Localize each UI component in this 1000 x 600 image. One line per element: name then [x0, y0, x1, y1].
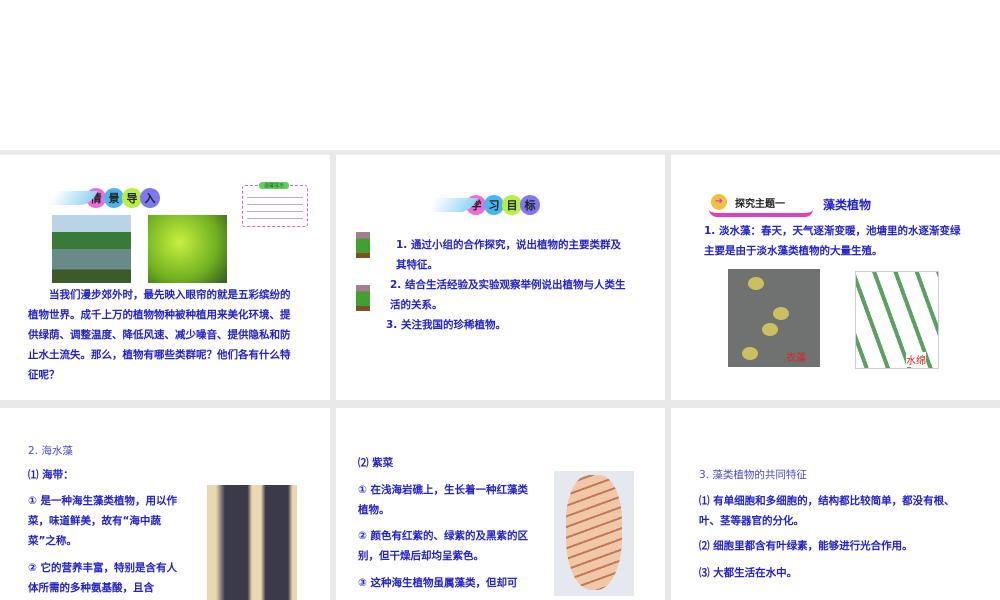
- body-text: ⑵ 细胞里都含有叶绿素，能够进行光合作用。: [699, 540, 913, 552]
- goal-item: 2. 结合生活经验及实验观察举例说出植物与人类生活的关系。: [390, 279, 626, 311]
- section-badge: 学 习 目 标: [427, 195, 540, 215]
- body-text: ② 它的营养丰富，特别是含有人体所需的多种氨基酸，且含: [28, 562, 178, 594]
- body-text: ① 在浅海岩礁上，生长着一种红藻类植物。: [358, 484, 529, 516]
- slide-thumbnail-6[interactable]: 3. 藻类植物的共同特征 ⑴ 有单细胞和多细胞的，结构都比较简单，都没有根、叶、…: [671, 408, 1000, 600]
- sub-heading: ⑵ 紫菜: [358, 457, 394, 469]
- kelp-photo: [207, 485, 297, 600]
- forest-photo: [148, 215, 227, 283]
- badge-char: 目: [502, 195, 522, 215]
- topic-label: 探究主题一: [735, 199, 785, 210]
- badge-char: 习: [484, 195, 504, 215]
- goal-item: 3. 关注我国的珍稀植物。: [386, 319, 506, 331]
- sub-heading: ⑴ 海带：: [28, 469, 74, 481]
- plant-icon: [356, 285, 370, 311]
- tip-note: 温馨提示: [242, 182, 308, 227]
- slide-heading: 3. 藻类植物的共同特征: [699, 469, 807, 481]
- body-text: ① 是一种海生藻类植物，用以作菜，味道鲜美，故有“海中蔬菜”之称。: [28, 495, 178, 547]
- blank-area: [0, 0, 1000, 150]
- section-badge: 情 景 导 入: [47, 188, 160, 208]
- lake-photo: [52, 215, 131, 283]
- goal-item: 1. 通过小组的合作探究，说出植物的主要类群及其特征。: [396, 239, 621, 271]
- chlamydomonas-photo: 衣藻: [728, 269, 820, 367]
- slide-thumbnail-3[interactable]: ➜ 探究主题一 藻类植物 1. 淡水藻：春天，天气逐渐变暖，池塘里的水逐渐变绿主…: [671, 155, 1000, 400]
- plant-icon: [356, 232, 370, 258]
- intro-text: 当我们漫步郊外时，最先映入眼帘的就是五彩缤纷的植物世界。成千上万的植物物种被种植…: [28, 289, 291, 381]
- slide-thumbnail-2[interactable]: 学 习 目 标 1. 通过小组的合作探究，说出植物的主要类群及其特征。 2. 结…: [336, 155, 665, 400]
- slide-thumbnail-1[interactable]: 情 景 导 入 温馨提示 当我们漫步郊外时，最先映入眼帘的就是五彩缤纷的植物世界…: [0, 155, 330, 400]
- body-text: ⑴ 有单细胞和多细胞的，结构都比较简单，都没有根、叶、茎等器官的分化。: [699, 495, 955, 527]
- slide-heading: 2. 海水藻: [28, 445, 73, 457]
- badge-char: 入: [140, 188, 160, 208]
- slide-thumbnail-4[interactable]: 2. 海水藻 ⑴ 海带： ① 是一种海生藻类植物，用以作菜，味道鲜美，故有“海中…: [0, 408, 330, 600]
- body-text: ⑶ 大都生活在水中。: [699, 567, 798, 579]
- body-text: 1. 淡水藻：春天，天气逐渐变暖，池塘里的水逐渐变绿主要是由于淡水藻类植物的大量…: [704, 225, 961, 257]
- slide-title: 藻类植物: [823, 198, 872, 212]
- laver-photo: [554, 471, 634, 596]
- spirogyra-photo: 水绵: [855, 271, 939, 369]
- body-text: ② 颜色有红紫的、绿紫的及黑紫的区别，但干燥后却均呈紫色。: [358, 530, 529, 562]
- badge-char: 导: [122, 188, 142, 208]
- slide-thumbnail-5[interactable]: ⑵ 紫菜 ① 在浅海岩礁上，生长着一种红藻类植物。 ② 颜色有红紫的、绿紫的及黑…: [336, 408, 665, 600]
- photo-caption: 水绵: [906, 352, 926, 367]
- body-text: ③ 这种海生植物虽属藻类，但却可: [358, 577, 518, 589]
- topic-badge: ➜ 探究主题一: [709, 193, 813, 217]
- tip-title: 温馨提示: [259, 182, 290, 189]
- photo-caption: 衣藻: [786, 353, 806, 364]
- badge-char: 景: [104, 188, 124, 208]
- badge-char: 标: [520, 195, 540, 215]
